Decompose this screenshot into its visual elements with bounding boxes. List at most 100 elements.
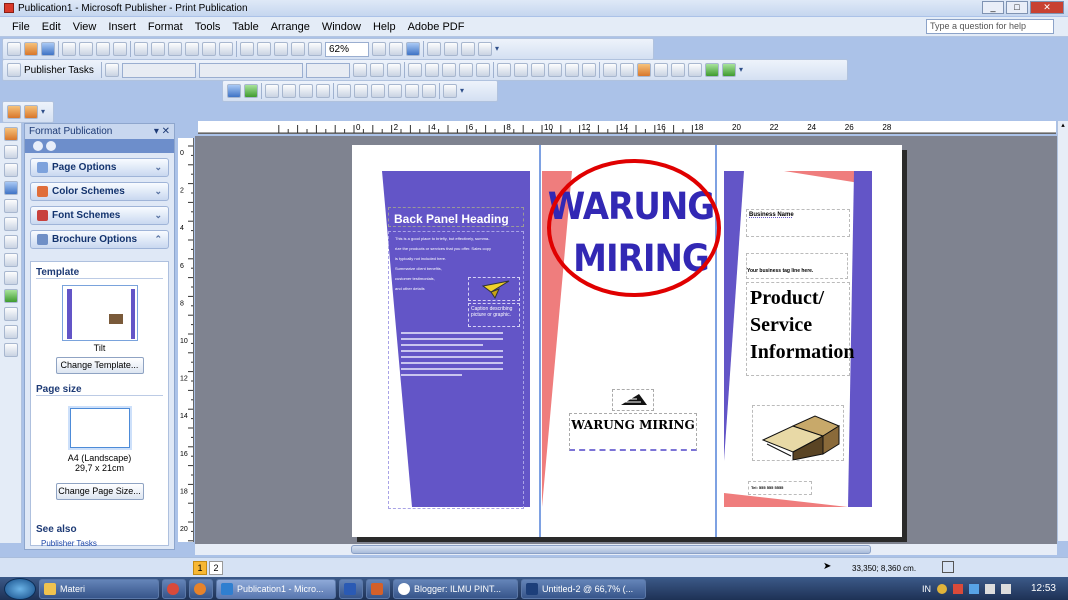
design-gallery-icon[interactable] <box>3 343 18 357</box>
align-right-icon[interactable] <box>442 63 456 77</box>
font-size-increase-icon[interactable] <box>582 63 596 77</box>
columns-icon[interactable] <box>291 42 305 56</box>
distribute-icon[interactable] <box>476 63 490 77</box>
paste-icon[interactable] <box>168 42 182 56</box>
group-icon[interactable] <box>427 42 441 56</box>
styles-icon[interactable] <box>105 63 119 77</box>
taskbar-item-blogger[interactable]: Blogger: ILMU PINT... <box>393 578 518 599</box>
form-control-icon[interactable] <box>3 325 18 339</box>
start-button-icon[interactable] <box>4 577 36 600</box>
section-page-options[interactable]: Page Options ⌄ <box>30 158 169 177</box>
page-2-button[interactable]: 2 <box>209 561 223 575</box>
text-wrap-icon[interactable] <box>388 84 402 98</box>
publisher-tasks-button[interactable]: Publisher Tasks <box>24 65 98 76</box>
zoom-select[interactable]: 62% <box>325 41 369 57</box>
oval-icon[interactable] <box>3 253 18 267</box>
volume-icon[interactable] <box>1000 583 1011 594</box>
dash-style-icon[interactable] <box>671 63 685 77</box>
page-size-thumbnail[interactable] <box>69 408 130 448</box>
crop-picture-icon[interactable] <box>337 84 351 98</box>
insert-table-icon[interactable] <box>3 163 18 177</box>
bring-front-icon[interactable] <box>240 42 254 56</box>
toolbar-options-icon[interactable]: ▾ <box>495 42 503 56</box>
section-brochure-options[interactable]: Brochure Options ⌃ <box>30 230 169 249</box>
research-icon[interactable] <box>113 42 127 56</box>
justify-icon[interactable] <box>459 63 473 77</box>
pilcrow-icon[interactable] <box>308 42 322 56</box>
vertical-scrollbar[interactable]: ▴ <box>1057 121 1068 541</box>
toolbar-options-icon[interactable]: ▾ <box>460 84 468 98</box>
clock[interactable]: 12:53 <box>1031 583 1056 594</box>
align-center-icon[interactable] <box>425 63 439 77</box>
close-window-button[interactable]: ✕ <box>1030 1 1064 14</box>
change-template-button[interactable]: Change Template... <box>55 357 144 374</box>
publisher-tasks-icon[interactable] <box>7 63 21 77</box>
select-objects-icon[interactable] <box>3 127 18 141</box>
more-brightness-icon[interactable] <box>299 84 313 98</box>
taskbar-item-publisher[interactable]: Publication1 - Micro... <box>216 578 336 599</box>
toolbar-options-icon[interactable]: ▾ <box>739 63 747 77</box>
tray-app-icon[interactable] <box>968 583 979 594</box>
crop-icon[interactable] <box>461 42 475 56</box>
section-color-schemes[interactable]: Color Schemes ⌄ <box>30 182 169 201</box>
taskbar-item-photoshop[interactable]: Untitled-2 @ 66,7% (... <box>521 578 646 599</box>
underline-icon[interactable] <box>387 63 401 77</box>
arrow-style-icon[interactable] <box>688 63 702 77</box>
copy-icon[interactable] <box>151 42 165 56</box>
scroll-up-icon[interactable]: ▴ <box>1059 121 1068 130</box>
menu-arrange[interactable]: Arrange <box>265 21 316 33</box>
fill-color-icon[interactable] <box>603 63 617 77</box>
set-transparent-icon[interactable] <box>422 84 436 98</box>
send-back-icon[interactable] <box>257 42 271 56</box>
picture-frame-icon[interactable] <box>3 199 18 213</box>
taskbar-word[interactable] <box>339 578 363 599</box>
taskbar-chrome[interactable] <box>162 578 186 599</box>
less-brightness-icon[interactable] <box>316 84 330 98</box>
taskbar-item-materi[interactable]: Materi <box>39 578 159 599</box>
convert-to-pdf-icon[interactable] <box>7 105 21 119</box>
compress-icon[interactable] <box>371 84 385 98</box>
rectangle-icon[interactable] <box>3 271 18 285</box>
back-icon[interactable] <box>33 141 43 151</box>
line-style-icon[interactable] <box>654 63 668 77</box>
logo-graphic[interactable] <box>612 389 654 411</box>
menu-format[interactable]: Format <box>142 21 189 33</box>
page-1-button[interactable]: 1 <box>193 561 207 575</box>
wordart-icon[interactable] <box>3 181 18 195</box>
font-color-icon[interactable] <box>637 63 651 77</box>
line-color-icon[interactable] <box>620 63 634 77</box>
print-icon[interactable] <box>62 42 76 56</box>
brochure-page[interactable]: Back Panel Heading This is a good place … <box>352 145 902 537</box>
tray-app-icon[interactable] <box>952 583 963 594</box>
arrow-icon[interactable] <box>3 235 18 249</box>
back-heading-box[interactable]: Back Panel Heading <box>388 207 524 227</box>
pdf-settings-icon[interactable] <box>24 105 38 119</box>
bold-icon[interactable] <box>353 63 367 77</box>
wrap-icon[interactable] <box>478 42 492 56</box>
see-also-link[interactable]: Publisher Tasks <box>41 539 168 547</box>
menu-help[interactable]: Help <box>367 21 402 33</box>
line-style-picture-icon[interactable] <box>354 84 368 98</box>
product-title-box[interactable]: Product/ Service Information <box>746 282 854 376</box>
signal-icon[interactable] <box>984 583 995 594</box>
section-font-schemes[interactable]: Font Schemes ⌄ <box>30 206 169 225</box>
format-painter-icon[interactable] <box>185 42 199 56</box>
less-contrast-icon[interactable] <box>282 84 296 98</box>
line-icon[interactable] <box>3 217 18 231</box>
font-size-select[interactable] <box>306 62 350 78</box>
help-icon[interactable] <box>406 42 420 56</box>
font-select[interactable] <box>199 62 303 78</box>
maximize-button[interactable]: □ <box>1006 1 1028 14</box>
insert-picture-icon[interactable] <box>227 84 241 98</box>
zoom-out-icon[interactable] <box>372 42 386 56</box>
font-size-decrease-icon[interactable] <box>565 63 579 77</box>
print-preview-icon[interactable] <box>79 42 93 56</box>
forward-icon[interactable] <box>46 141 56 151</box>
business-name-box[interactable]: Business Name <box>746 209 850 237</box>
italic-icon[interactable] <box>370 63 384 77</box>
cut-icon[interactable] <box>134 42 148 56</box>
phone-box[interactable]: Tel: 555 555 5555 <box>748 481 812 495</box>
style-select[interactable] <box>122 62 196 78</box>
undo-icon[interactable] <box>202 42 216 56</box>
menu-window[interactable]: Window <box>316 21 367 33</box>
